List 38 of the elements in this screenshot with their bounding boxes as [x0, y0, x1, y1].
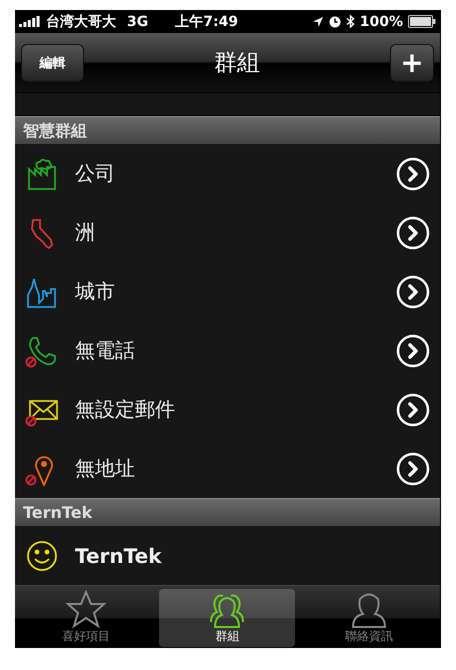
carrier-name: 台湾大哥大	[46, 12, 116, 30]
section-header: TernTek	[15, 498, 440, 526]
network-type: 3G	[127, 14, 148, 30]
status-time: 上午7:49	[175, 12, 238, 30]
group-name: 公司	[75, 160, 115, 187]
clock-icon	[328, 16, 341, 28]
add-button[interactable]: +	[390, 44, 434, 82]
disclosure-button-icon[interactable]	[396, 216, 430, 250]
disclosure-button-icon[interactable]	[396, 156, 430, 190]
group-name: TernTek	[75, 544, 162, 568]
group-name: 城市	[75, 278, 115, 305]
group-row[interactable]: 公司	[15, 144, 440, 203]
group-row[interactable]: 無電話	[15, 321, 440, 380]
group-row[interactable]: 無設定郵件	[15, 380, 440, 439]
tab-bar-item[interactable]: 喜好項目	[18, 589, 154, 647]
disclosure-button-icon[interactable]	[396, 334, 430, 368]
location-arrow-icon	[312, 16, 324, 28]
star-icon	[64, 590, 108, 628]
group-name: 無設定郵件	[75, 396, 175, 423]
signal-icon	[19, 16, 41, 27]
battery-percent: 100%	[360, 14, 403, 30]
group-name: 無電話	[75, 337, 135, 364]
section-header: 智慧群組	[15, 116, 440, 144]
disclosure-button-icon[interactable]	[396, 392, 430, 426]
tab-bar-item[interactable]: 聯絡資訊	[301, 589, 438, 647]
tab-bar-item[interactable]: 群組	[159, 589, 296, 647]
disclosure-button-icon[interactable]	[396, 274, 430, 308]
nav-title: 群組	[214, 49, 260, 78]
group-row[interactable]: 無地址	[15, 439, 440, 498]
group-row[interactable]: 洲	[15, 203, 440, 262]
bluetooth-icon	[346, 15, 355, 28]
edit-button[interactable]: 編輯	[21, 44, 84, 82]
group-row[interactable]: TernTek	[15, 526, 440, 585]
group-name: 洲	[75, 219, 95, 246]
group-name: 無地址	[75, 455, 135, 482]
group-row[interactable]: 城市	[15, 262, 440, 321]
battery-icon	[408, 15, 436, 28]
disclosure-button-icon[interactable]	[396, 452, 430, 486]
